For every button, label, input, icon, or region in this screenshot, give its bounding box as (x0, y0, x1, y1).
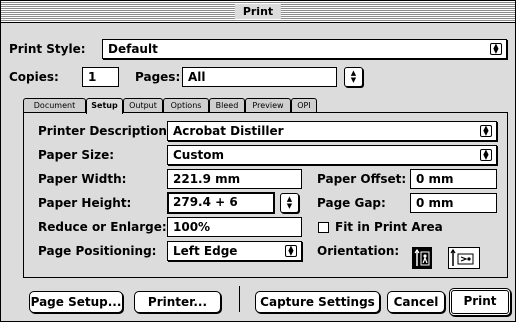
tab-label: Options (170, 101, 202, 110)
tab-label: Setup (91, 101, 118, 110)
popup-arrows-icon: ▲ ▼ (480, 149, 492, 161)
page-setup-label: Page Setup... (30, 295, 122, 309)
printer-description-value: Acrobat Distiller (173, 124, 284, 138)
printer-label: Printer... (147, 295, 208, 309)
paper-height-value: 279.4 + 6 (173, 195, 238, 209)
tab-label: Output (129, 101, 157, 110)
page-positioning-label: Page Positioning: (38, 244, 157, 258)
paper-size-popup[interactable]: Custom ▲ ▼ (167, 145, 497, 165)
page-gap-label: Page Gap: (317, 196, 386, 210)
paper-size-label: Paper Size: (38, 148, 115, 162)
pages-value: All (188, 70, 206, 84)
fit-in-print-area-label[interactable]: Fit in Print Area (335, 219, 443, 235)
landscape-orientation-icon[interactable] (448, 247, 480, 269)
portrait-orientation-icon[interactable] (412, 247, 432, 269)
paper-offset-label: Paper Offset: (317, 172, 407, 186)
fit-in-print-area-checkbox[interactable] (318, 222, 329, 233)
paper-width-value: 221.9 mm (173, 172, 241, 186)
page-gap-value: 0 mm (416, 196, 454, 210)
printer-description-label: Printer Description: (38, 124, 172, 138)
tab-options[interactable]: Options (163, 98, 209, 113)
orientation-label: Orientation: (317, 244, 400, 258)
popup-arrows-icon: ▲ ▼ (480, 125, 492, 137)
tab-label: Bleed (215, 101, 239, 110)
cancel-button[interactable]: Cancel (387, 291, 445, 313)
printer-description-popup[interactable]: Acrobat Distiller ▲ ▼ (167, 121, 497, 141)
copies-field[interactable]: 1 (82, 67, 119, 87)
tab-bleed[interactable]: Bleed (209, 98, 245, 113)
paper-height-field[interactable]: 279.4 + 6 (167, 192, 275, 214)
window-title: Print (234, 4, 282, 19)
print-style-value: Default (108, 42, 158, 56)
print-style-label: Print Style: (9, 42, 86, 56)
paper-height-label: Paper Height: (38, 196, 132, 210)
paper-width-label: Paper Width: (38, 172, 127, 186)
tab-output[interactable]: Output (123, 98, 163, 113)
capture-settings-label: Capture Settings (260, 295, 375, 309)
pages-label: Pages: (135, 70, 181, 84)
button-divider (239, 286, 240, 312)
paper-width-field[interactable]: 221.9 mm (167, 169, 302, 189)
reduce-enlarge-label: Reduce or Enlarge: (38, 220, 167, 234)
tab-setup[interactable]: Setup (86, 98, 123, 114)
print-button[interactable]: Print (449, 288, 511, 316)
copies-label: Copies: (9, 70, 59, 84)
title-bar[interactable]: Print (1, 1, 515, 23)
page-positioning-popup[interactable]: Left Edge ▲ ▼ (167, 241, 302, 261)
popup-arrows-icon: ▲ ▼ (285, 245, 297, 257)
copies-value: 1 (88, 70, 97, 84)
printer-button[interactable]: Printer... (134, 291, 221, 313)
reduce-enlarge-field[interactable]: 100% (167, 217, 302, 237)
page-setup-button[interactable]: Page Setup... (29, 291, 123, 313)
paper-offset-value: 0 mm (416, 172, 454, 186)
capture-settings-button[interactable]: Capture Settings (255, 291, 380, 313)
tab-opi[interactable]: OPI (291, 98, 317, 113)
tab-label: Preview (252, 101, 284, 110)
paper-size-value: Custom (173, 148, 224, 162)
tab-preview[interactable]: Preview (245, 98, 291, 113)
paper-offset-field[interactable]: 0 mm (410, 169, 497, 189)
tab-document[interactable]: Document (23, 98, 86, 113)
pages-popup-button[interactable]: ▲ ▼ (344, 67, 363, 87)
paper-height-popup-button[interactable]: ▲ ▼ (280, 193, 299, 213)
tab-label: Document (33, 101, 76, 110)
page-gap-field[interactable]: 0 mm (410, 193, 497, 213)
popup-arrows-icon: ▲ ▼ (350, 69, 357, 84)
print-style-popup[interactable]: Default ▲ ▼ (102, 39, 507, 59)
print-label: Print (463, 294, 497, 308)
pages-field[interactable]: All (182, 67, 337, 87)
reduce-enlarge-value: 100% (173, 220, 211, 234)
cancel-label: Cancel (393, 295, 439, 309)
popup-arrows-icon: ▲ ▼ (286, 195, 293, 210)
popup-arrows-icon: ▲ ▼ (490, 43, 502, 55)
tab-label: OPI (297, 101, 311, 110)
print-dialog: Print Print Style: Default ▲ ▼ Copies: 1 … (0, 0, 516, 322)
page-positioning-value: Left Edge (173, 244, 238, 258)
